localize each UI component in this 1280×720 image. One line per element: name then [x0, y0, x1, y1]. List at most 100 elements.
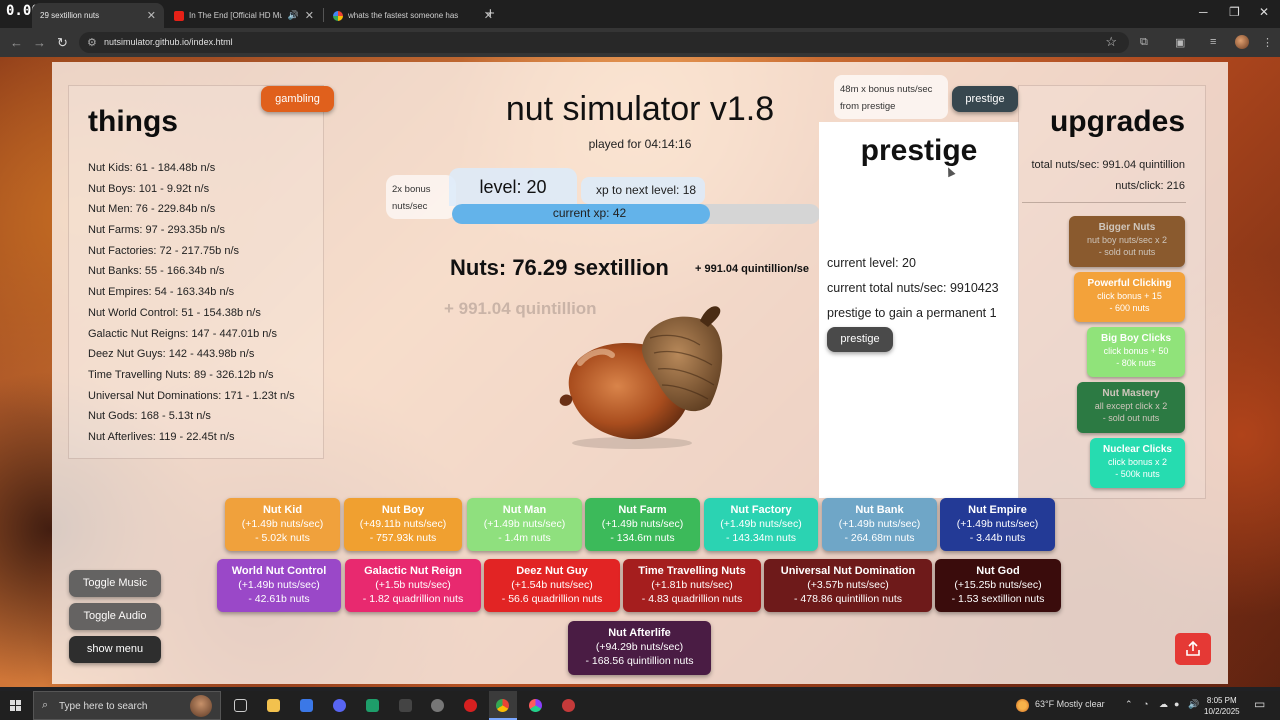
close-tab-icon[interactable]: ✕: [305, 9, 314, 22]
back-icon[interactable]: ←: [10, 35, 23, 50]
shop-item-button[interactable]: Universal Nut Domination (+3.57b nuts/sec…: [764, 559, 932, 612]
chrome-menu-icon[interactable]: ⋮: [1262, 36, 1273, 49]
media-controls-icon[interactable]: ≡: [1210, 36, 1216, 48]
youtube-app-icon[interactable]: [464, 699, 477, 712]
weather-text: 63°F Mostly clear: [1035, 699, 1105, 709]
nuts-per-click: nuts/click: 216: [1115, 180, 1185, 192]
shop-item-cost: - 143.34m nuts: [725, 532, 797, 544]
maximize-icon[interactable]: ❐: [1229, 5, 1240, 19]
windows-start-icon[interactable]: [10, 700, 22, 712]
omnibox[interactable]: ⚙ nutsimulator.github.io/index.html ☆: [79, 32, 1129, 53]
shop-item-button[interactable]: Nut Boy (+49.11b nuts/sec) - 757.93k nuts: [344, 498, 462, 551]
upgrade-button[interactable]: Nuclear Clicks click bonus x 2 - 500k nuts: [1090, 438, 1185, 488]
search-highlight-avatar: [190, 695, 212, 717]
shop-item-button[interactable]: Time Travelling Nuts (+1.81b nuts/sec) - 4…: [623, 559, 761, 612]
app-icon-3[interactable]: [562, 699, 575, 712]
shop-item-button[interactable]: Deez Nut Guy (+1.54b nuts/sec) - 56.6 quad…: [484, 559, 620, 612]
upgrades-divider: [1022, 202, 1186, 203]
shop-item-button[interactable]: Nut Afterlife (+94.29b nuts/sec) - 168.56 …: [568, 621, 711, 675]
cloud-icon[interactable]: ☁: [1159, 699, 1168, 710]
network-icon[interactable]: ◔: [1143, 699, 1148, 709]
prestige-panel: prestige current level: 20 current total…: [819, 122, 1019, 498]
game-title: nut simulator v1.8: [505, 90, 775, 128]
share-button[interactable]: [1175, 633, 1211, 665]
shop-item-rate: (+1.49b nuts/sec): [838, 518, 921, 530]
shop-item-rate: (+94.29b nuts/sec): [595, 641, 684, 653]
shop-item-button[interactable]: Galactic Nut Reign (+1.5b nuts/sec) - 1.82…: [345, 559, 481, 612]
shop-item-button[interactable]: World Nut Control (+1.49b nuts/sec) - 42.6…: [217, 559, 341, 612]
shop-item-button[interactable]: Nut Farm (+1.49b nuts/sec) - 134.6m nuts: [585, 498, 700, 551]
toggle-audio-button[interactable]: Toggle Audio: [69, 603, 161, 630]
clock-time: 8:05 PM: [1206, 696, 1237, 705]
upgrade-detail: click bonus x 2: [1107, 457, 1168, 467]
speaker-icon[interactable]: 🔊: [288, 10, 299, 21]
app-icon[interactable]: [399, 699, 412, 712]
gambling-button[interactable]: gambling: [261, 86, 334, 112]
volume-icon[interactable]: 🔊: [1188, 699, 1199, 710]
close-window-icon[interactable]: ✕: [1259, 5, 1269, 19]
nuts-rate: + 991.04 quintillion/se: [695, 263, 810, 275]
shop-item-cost: - 1.82 quadrillion nuts: [362, 593, 464, 605]
shop-item-cost: - 168.56 quintillion nuts: [585, 655, 694, 667]
acorn-clicker[interactable]: [550, 293, 730, 453]
upgrade-name: Big Boy Clicks: [1100, 333, 1172, 344]
task-view-icon[interactable]: [234, 699, 247, 712]
prestige-open-button[interactable]: prestige: [952, 86, 1018, 112]
reload-icon[interactable]: ↻: [57, 35, 68, 51]
tab-music-video[interactable]: In The End [Official HD Music 🔊 ✕: [166, 3, 322, 28]
new-tab-button[interactable]: +: [486, 5, 495, 22]
upgrade-button[interactable]: Nut Mastery all except click x 2 - sold ou…: [1077, 382, 1185, 433]
chrome-icon[interactable]: [496, 699, 509, 712]
file-explorer-icon[interactable]: [267, 699, 280, 712]
upgrade-button[interactable]: Bigger Nuts nut boy nuts/sec x 2 - sold ou…: [1069, 216, 1185, 267]
notifications-icon[interactable]: ▭: [1254, 697, 1265, 711]
upgrade-name: Nut Mastery: [1102, 388, 1160, 399]
microphone-icon[interactable]: ●: [1174, 699, 1179, 709]
tab-search-icon[interactable]: ▣: [1175, 36, 1185, 49]
discord-icon[interactable]: [333, 699, 346, 712]
shop-item-name: World Nut Control: [231, 565, 327, 577]
tab-divider: [323, 8, 324, 22]
shop-item-button[interactable]: Nut Man (+1.49b nuts/sec) - 1.4m nuts: [467, 498, 582, 551]
things-item: Nut Afterlives: 119 - 22.45t n/s: [88, 430, 235, 443]
things-item: Nut Boys: 101 - 9.92t n/s: [88, 182, 210, 195]
bookmark-star-icon[interactable]: ☆: [1105, 34, 1117, 50]
shop-item-name: Time Travelling Nuts: [638, 565, 746, 577]
shop-item-button[interactable]: Nut Factory (+1.49b nuts/sec) - 143.34m nu…: [704, 498, 818, 551]
app-icon-2[interactable]: [529, 699, 542, 712]
prestige-tooltip-line: from prestige: [840, 101, 896, 112]
tray-overflow-icon[interactable]: ⌃: [1125, 699, 1133, 710]
show-menu-button[interactable]: show menu: [69, 636, 161, 663]
upgrade-detail: - sold out nuts: [1102, 413, 1160, 423]
shop-item-button[interactable]: Nut God (+15.25b nuts/sec) - 1.53 sextilli…: [935, 559, 1061, 612]
shop-item-button[interactable]: Nut Empire (+1.49b nuts/sec) - 3.44b nuts: [940, 498, 1055, 551]
prestige-title: prestige: [860, 134, 978, 167]
page-viewport: things Nut Kids: 61 - 184.48b n/s Nut Boy…: [0, 57, 1280, 687]
tab-nut-simulator[interactable]: 29 sextillion nuts ✕: [32, 3, 164, 28]
tab-search[interactable]: whats the fastest someone has ✕: [325, 3, 501, 28]
things-item: Nut Farms: 97 - 293.35b n/s: [88, 224, 225, 237]
forward-icon[interactable]: →: [33, 35, 46, 50]
upgrade-button[interactable]: Big Boy Clicks click bonus + 50 - 80k nuts: [1087, 327, 1185, 377]
terminal-icon[interactable]: [366, 699, 379, 712]
site-info-icon[interactable]: ⚙: [87, 36, 97, 49]
upgrade-name: Bigger Nuts: [1098, 222, 1156, 233]
media-player-icon[interactable]: [431, 699, 444, 712]
shop-item-cost: - 4.83 quadrillion nuts: [641, 593, 743, 605]
profile-avatar[interactable]: [1235, 35, 1249, 49]
things-item: Nut Factories: 72 - 217.75b n/s: [88, 244, 240, 257]
upgrades-title: upgrades: [1049, 105, 1185, 138]
prestige-confirm-button[interactable]: prestige: [827, 327, 893, 352]
shop-item-button[interactable]: Nut Kid (+1.49b nuts/sec) - 5.02k nuts: [225, 498, 340, 551]
system-clock[interactable]: 8:05 PM 10/2/2025: [1204, 695, 1240, 717]
taskbar-search-box[interactable]: ⌕ Type here to search: [33, 691, 221, 720]
close-tab-icon[interactable]: ✕: [147, 9, 156, 22]
shop-item-button[interactable]: Nut Bank (+1.49b nuts/sec) - 264.68m nuts: [822, 498, 937, 551]
toggle-music-button[interactable]: Toggle Music: [69, 570, 161, 597]
upgrade-detail: - sold out nuts: [1098, 247, 1156, 257]
extensions-icon[interactable]: ⧉: [1140, 36, 1148, 49]
store-icon[interactable]: [300, 699, 313, 712]
tab-title: 29 sextillion nuts: [40, 11, 100, 20]
upgrade-button[interactable]: Powerful Clicking click bonus + 15 - 600 n…: [1074, 272, 1185, 322]
minimize-icon[interactable]: ─: [1199, 5, 1208, 19]
